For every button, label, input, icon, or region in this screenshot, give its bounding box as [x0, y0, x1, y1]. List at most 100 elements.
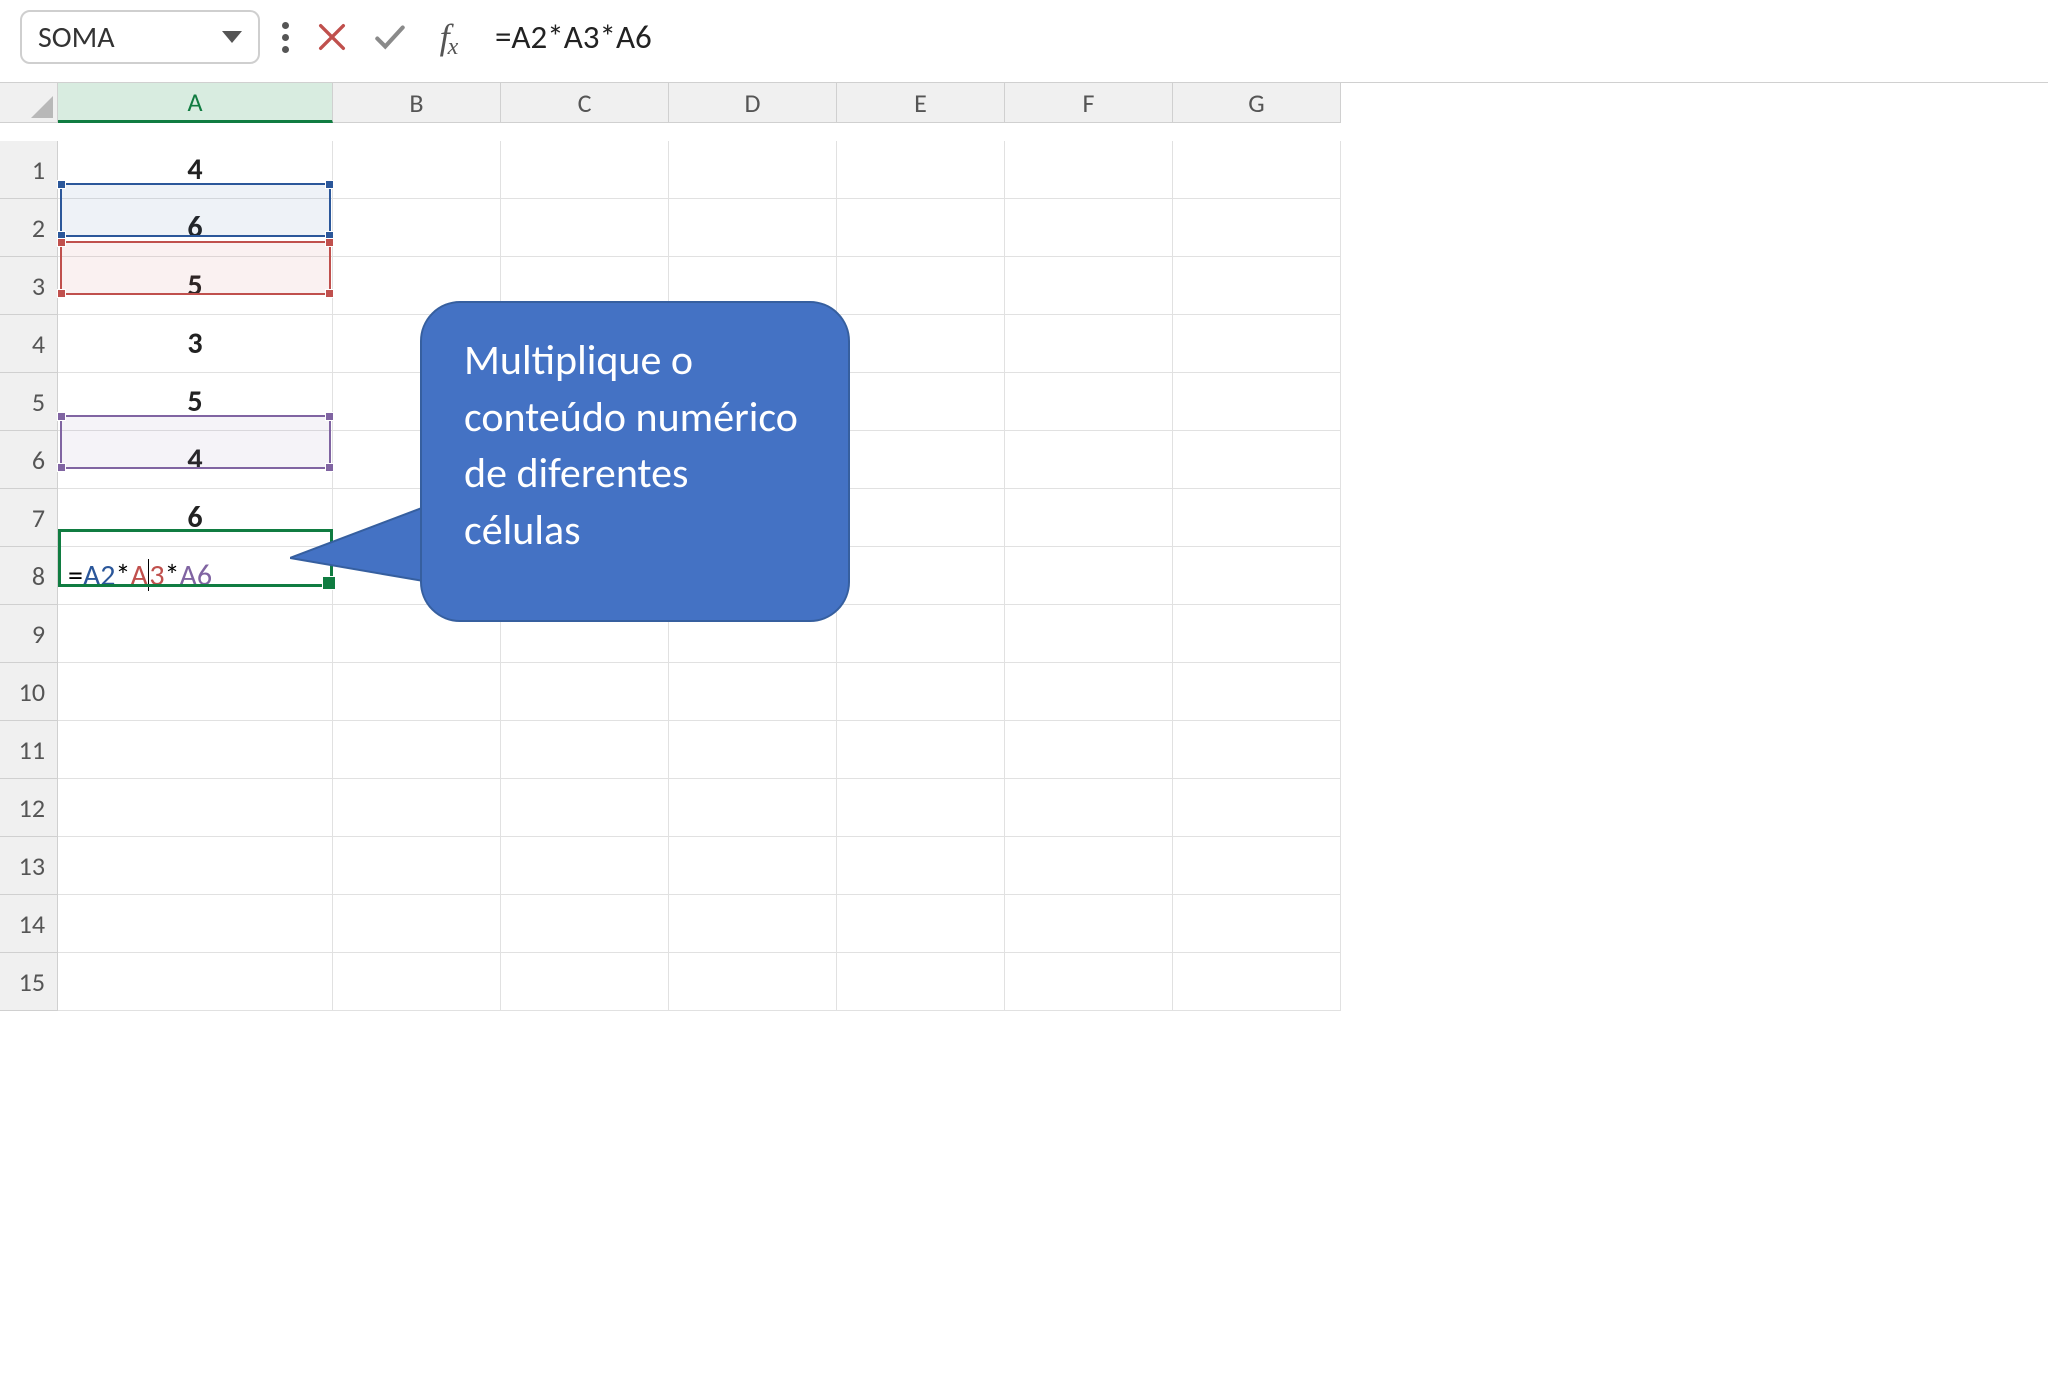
cell-A9[interactable]	[58, 605, 333, 663]
cell-E2[interactable]	[837, 199, 1005, 257]
enter-check-icon[interactable]	[369, 16, 411, 58]
cell-E13[interactable]	[837, 837, 1005, 895]
cell-E10[interactable]	[837, 663, 1005, 721]
cell-D15[interactable]	[669, 953, 837, 1011]
cell-E8[interactable]	[837, 547, 1005, 605]
row-header-13[interactable]: 13	[0, 837, 58, 895]
cell-B13[interactable]	[333, 837, 501, 895]
cell-F3[interactable]	[1005, 257, 1173, 315]
cell-G14[interactable]	[1173, 895, 1341, 953]
cell-A4[interactable]: 3	[58, 315, 333, 373]
chevron-down-icon[interactable]	[222, 31, 242, 43]
cell-F14[interactable]	[1005, 895, 1173, 953]
cell-B11[interactable]	[333, 721, 501, 779]
cell-G13[interactable]	[1173, 837, 1341, 895]
cell-E5[interactable]	[837, 373, 1005, 431]
cell-E7[interactable]	[837, 489, 1005, 547]
cell-G2[interactable]	[1173, 199, 1341, 257]
row-header-11[interactable]: 11	[0, 721, 58, 779]
cell-G6[interactable]	[1173, 431, 1341, 489]
cell-E3[interactable]	[837, 257, 1005, 315]
cell-B15[interactable]	[333, 953, 501, 1011]
cell-C2[interactable]	[501, 199, 669, 257]
cell-A12[interactable]	[58, 779, 333, 837]
cell-E12[interactable]	[837, 779, 1005, 837]
column-header-F[interactable]: F	[1005, 83, 1173, 123]
cell-B12[interactable]	[333, 779, 501, 837]
cell-F6[interactable]	[1005, 431, 1173, 489]
kebab-menu-icon[interactable]	[276, 22, 295, 53]
cell-G12[interactable]	[1173, 779, 1341, 837]
cell-F9[interactable]	[1005, 605, 1173, 663]
cell-C15[interactable]	[501, 953, 669, 1011]
cell-D1[interactable]	[669, 141, 837, 199]
cell-F4[interactable]	[1005, 315, 1173, 373]
cell-E6[interactable]	[837, 431, 1005, 489]
row-header-4[interactable]: 4	[0, 315, 58, 373]
row-header-5[interactable]: 5	[0, 373, 58, 431]
cell-E14[interactable]	[837, 895, 1005, 953]
cell-A2[interactable]: 6	[58, 199, 333, 257]
cell-G3[interactable]	[1173, 257, 1341, 315]
cell-G7[interactable]	[1173, 489, 1341, 547]
cell-G11[interactable]	[1173, 721, 1341, 779]
cell-F5[interactable]	[1005, 373, 1173, 431]
cell-E15[interactable]	[837, 953, 1005, 1011]
row-header-12[interactable]: 12	[0, 779, 58, 837]
cell-A13[interactable]	[58, 837, 333, 895]
cell-G1[interactable]	[1173, 141, 1341, 199]
cell-G9[interactable]	[1173, 605, 1341, 663]
cell-B1[interactable]	[333, 141, 501, 199]
cell-C10[interactable]	[501, 663, 669, 721]
cell-F2[interactable]	[1005, 199, 1173, 257]
cell-F13[interactable]	[1005, 837, 1173, 895]
cell-A3[interactable]: 5	[58, 257, 333, 315]
cell-B14[interactable]	[333, 895, 501, 953]
cell-G4[interactable]	[1173, 315, 1341, 373]
cell-F10[interactable]	[1005, 663, 1173, 721]
cell-F1[interactable]	[1005, 141, 1173, 199]
cell-D12[interactable]	[669, 779, 837, 837]
cell-A8[interactable]: =A2*A3*A6	[58, 547, 333, 605]
select-all-corner[interactable]	[0, 83, 58, 123]
cell-G15[interactable]	[1173, 953, 1341, 1011]
row-header-7[interactable]: 7	[0, 489, 58, 547]
row-header-8[interactable]: 8	[0, 547, 58, 605]
row-header-6[interactable]: 6	[0, 431, 58, 489]
cell-G10[interactable]	[1173, 663, 1341, 721]
cell-F7[interactable]	[1005, 489, 1173, 547]
cell-A14[interactable]	[58, 895, 333, 953]
row-header-14[interactable]: 14	[0, 895, 58, 953]
cell-A5[interactable]: 5	[58, 373, 333, 431]
column-header-G[interactable]: G	[1173, 83, 1341, 123]
row-header-3[interactable]: 3	[0, 257, 58, 315]
spreadsheet-grid[interactable]: A B C D E F G 1 4 2 6 3 5 4 3 5 5 6 4	[0, 82, 2048, 1011]
cell-C12[interactable]	[501, 779, 669, 837]
column-header-B[interactable]: B	[333, 83, 501, 123]
cell-A7[interactable]: 6	[58, 489, 333, 547]
cell-A10[interactable]	[58, 663, 333, 721]
formula-bar-input[interactable]	[485, 11, 2028, 63]
cell-C11[interactable]	[501, 721, 669, 779]
cell-C14[interactable]	[501, 895, 669, 953]
column-header-A[interactable]: A	[58, 83, 333, 123]
row-header-9[interactable]: 9	[0, 605, 58, 663]
row-header-2[interactable]: 2	[0, 199, 58, 257]
cell-G5[interactable]	[1173, 373, 1341, 431]
cell-D2[interactable]	[669, 199, 837, 257]
column-header-D[interactable]: D	[669, 83, 837, 123]
cell-A11[interactable]	[58, 721, 333, 779]
cell-A6[interactable]: 4	[58, 431, 333, 489]
cell-F8[interactable]	[1005, 547, 1173, 605]
cell-D14[interactable]	[669, 895, 837, 953]
cell-F12[interactable]	[1005, 779, 1173, 837]
cell-E4[interactable]	[837, 315, 1005, 373]
fx-icon[interactable]: fx	[427, 16, 469, 58]
cell-B10[interactable]	[333, 663, 501, 721]
cell-G8[interactable]	[1173, 547, 1341, 605]
cell-F15[interactable]	[1005, 953, 1173, 1011]
cell-D11[interactable]	[669, 721, 837, 779]
cell-C13[interactable]	[501, 837, 669, 895]
cell-E9[interactable]	[837, 605, 1005, 663]
name-box[interactable]: SOMA	[20, 10, 260, 64]
